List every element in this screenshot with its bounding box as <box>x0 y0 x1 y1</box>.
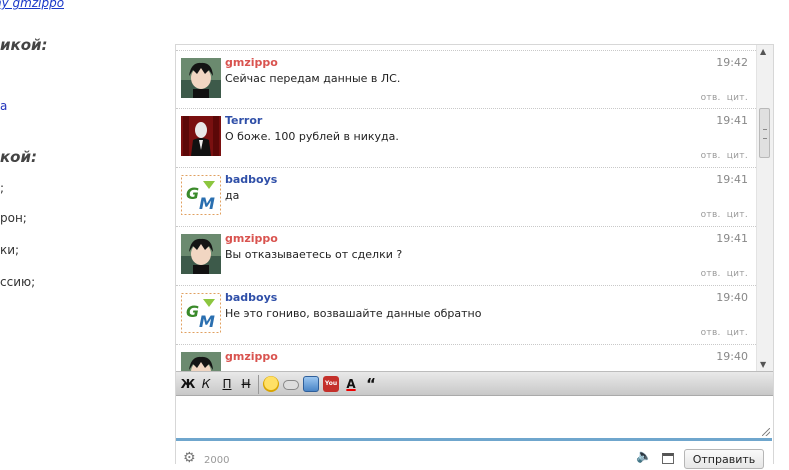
svg-text:G: G <box>186 302 199 321</box>
reply-link[interactable]: отв. <box>701 328 721 338</box>
reply-link[interactable]: отв. <box>701 269 721 279</box>
window-icon[interactable] <box>662 453 674 464</box>
message-input[interactable] <box>176 396 772 441</box>
message-actions: отв. цит. <box>695 93 748 103</box>
quote-link[interactable]: цит. <box>727 269 748 279</box>
chat-message: gmzippo Вы отказываетесь от сделки ? 19:… <box>176 227 756 286</box>
image-icon[interactable] <box>303 376 319 392</box>
link-icon[interactable] <box>283 380 299 390</box>
message-text: Сейчас передам данные в ЛС. <box>225 72 401 85</box>
message-time: 19:40 <box>716 291 748 304</box>
message-author[interactable]: gmzippo <box>225 350 278 363</box>
reply-link[interactable]: отв. <box>701 210 721 220</box>
message-actions: отв. цит. <box>695 328 748 338</box>
message-time: 19:41 <box>716 173 748 186</box>
message-actions: отв. цит. <box>695 151 748 161</box>
list-item: ссию; <box>0 275 36 289</box>
quote-link[interactable]: цит. <box>727 93 748 103</box>
message-author[interactable]: Terror <box>225 114 262 127</box>
scroll-thumb[interactable] <box>759 108 770 158</box>
section-heading: икой: <box>0 36 48 54</box>
char-counter: 2000 <box>204 455 230 466</box>
list-item: ки; <box>0 243 20 257</box>
italic-button[interactable]: К <box>197 375 215 393</box>
message-time: 19:40 <box>716 350 748 363</box>
quote-button[interactable]: “ <box>362 375 380 393</box>
chat-message: gmzippo 19:40 <box>176 345 756 371</box>
resize-grip-icon[interactable] <box>762 428 770 436</box>
smiley-icon[interactable] <box>263 376 279 392</box>
user-avatar[interactable] <box>181 116 221 156</box>
user-avatar[interactable]: GM <box>181 293 221 333</box>
chat-message: GM badboys да 19:41 отв. цит. <box>176 168 756 227</box>
message-text: Не это гониво, возвашайте данные обратно <box>225 307 482 320</box>
list-item: рон; <box>0 211 27 225</box>
svg-text:G: G <box>186 184 199 203</box>
list-item: ; <box>0 181 5 195</box>
message-time: 19:42 <box>716 56 748 69</box>
formatting-toolbar: Ж К П Н You A “ <box>176 371 773 396</box>
message-actions: отв. цит. <box>695 210 748 220</box>
section-link[interactable]: а <box>0 99 7 113</box>
message-text: Вы отказываетесь от сделки ? <box>225 248 403 261</box>
user-avatar[interactable] <box>181 234 221 274</box>
underline-button[interactable]: П <box>218 375 236 393</box>
chat-panel: gmzippo Сейчас передам данные в ЛС. 19:4… <box>175 44 774 469</box>
strikethrough-button[interactable]: Н <box>237 375 255 393</box>
message-text: да <box>225 189 240 202</box>
user-avatar[interactable] <box>181 352 221 371</box>
message-author[interactable]: badboys <box>225 173 277 186</box>
message-author[interactable]: gmzippo <box>225 232 278 245</box>
message-list[interactable]: gmzippo Сейчас передам данные в ЛС. 19:4… <box>176 45 756 371</box>
youtube-icon[interactable]: You <box>323 376 339 392</box>
quote-link[interactable]: цит. <box>727 151 748 161</box>
scroll-up-arrow-icon[interactable]: ▲ <box>760 47 766 56</box>
message-text: О боже. 100 рублей в никуда. <box>225 130 399 143</box>
message-author[interactable]: badboys <box>225 291 277 304</box>
message-time: 19:41 <box>716 232 748 245</box>
toolbar-divider <box>258 375 259 394</box>
svg-text:M: M <box>199 312 215 331</box>
reply-link[interactable]: отв. <box>701 151 721 161</box>
svg-text:M: M <box>199 194 215 213</box>
message-scrollbar[interactable]: ▲ ▼ <box>756 45 773 371</box>
message-time: 19:41 <box>716 114 748 127</box>
user-avatar[interactable] <box>181 58 221 98</box>
chat-message: Terror О боже. 100 рублей в никуда. 19:4… <box>176 109 756 168</box>
chat-message: gmzippo Сейчас передам данные в ЛС. 19:4… <box>176 50 756 109</box>
text-color-icon[interactable]: A <box>342 375 360 393</box>
quote-link[interactable]: цит. <box>727 210 748 220</box>
message-author[interactable]: gmzippo <box>225 56 278 69</box>
section-heading-2: кой: <box>0 148 37 166</box>
message-actions: отв. цит. <box>695 269 748 279</box>
scroll-down-arrow-icon[interactable]: ▼ <box>760 360 766 369</box>
author-link[interactable]: ny gmzippo <box>0 0 64 10</box>
chat-message: GM badboys Не это гониво, возвашайте дан… <box>176 286 756 345</box>
send-button[interactable]: Отправить <box>684 449 764 469</box>
sound-icon[interactable]: 🔈 <box>636 449 652 464</box>
quote-link[interactable]: цит. <box>727 328 748 338</box>
gear-icon[interactable]: ⚙ <box>183 450 196 466</box>
reply-link[interactable]: отв. <box>701 93 721 103</box>
user-avatar[interactable]: GM <box>181 175 221 215</box>
bold-button[interactable]: Ж <box>179 375 197 393</box>
